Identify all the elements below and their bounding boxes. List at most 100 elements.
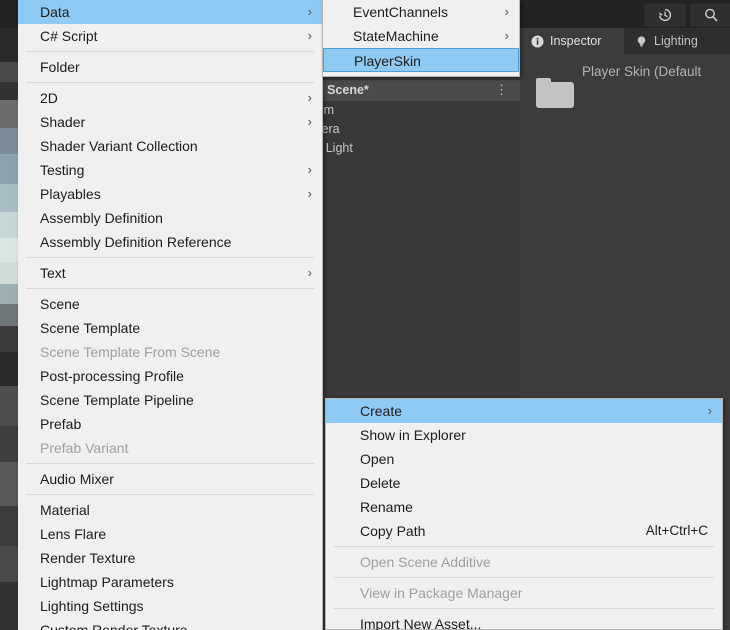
menu-item-label: Audio Mixer [40,471,114,487]
menu-item-label: Assembly Definition Reference [40,234,232,250]
menu-item-scene[interactable]: Scene [18,292,322,316]
menu-item-render-texture[interactable]: Render Texture [18,546,322,570]
menu-item-label: View in Package Manager [360,585,523,601]
menu-item-playables[interactable]: Playables › [18,182,322,206]
menu-item-copy-path[interactable]: Copy Path Alt+Ctrl+C [326,519,722,543]
scene-sliver-band [0,100,18,128]
chevron-right-icon: › [307,114,312,129]
menu-item-label: Prefab [40,416,82,432]
inspector-tabbar: Inspector Lighting [520,28,730,54]
menu-item-label: Import New Asset... [360,616,482,630]
chevron-right-icon: › [504,4,509,19]
search-icon[interactable] [690,3,730,27]
menu-item-assembly-definition-reference[interactable]: Assembly Definition Reference [18,230,322,254]
tab-label: Lighting [654,34,698,48]
menu-item-shortcut: Alt+Ctrl+C [645,523,708,538]
scene-sliver-band [0,304,18,326]
info-icon [531,35,544,48]
create-assets-menu[interactable]: Data › C# Script › Folder 2D › Shader › Shader Va… [18,0,323,630]
menu-item-label: Folder [40,59,80,75]
menu-item-rename[interactable]: Rename [326,495,722,519]
menu-item-statemachine[interactable]: StateMachine › [323,24,519,48]
menu-item-text[interactable]: Text › [18,261,322,285]
menu-separator [26,288,314,289]
scene-sliver-band [0,62,18,82]
scene-sliver-band [0,284,18,304]
menu-item-label: C# Script [40,28,98,44]
menu-item-show-in-explorer[interactable]: Show in Explorer [326,423,722,447]
menu-item-scene-template-pipeline[interactable]: Scene Template Pipeline [18,388,322,412]
menu-item-label: Scene Template [40,320,141,336]
scene-view-sliver [0,0,18,630]
scene-sliver-band [0,128,18,154]
tab-inspector[interactable]: Inspector [520,28,624,54]
menu-item-label: Render Texture [40,550,136,566]
scene-sliver-band [0,352,18,386]
data-submenu[interactable]: EventChannels › StateMachine › PlayerSkin [322,0,520,77]
menu-item-delete[interactable]: Delete [326,471,722,495]
menu-item-c-script[interactable]: C# Script › [18,24,322,48]
unity-editor-window: ngeSkin Scene* ⋮ entSystemain Camerarect… [0,0,730,630]
history-icon[interactable] [644,3,686,27]
menu-item-label: Delete [360,475,401,491]
folder-icon [536,78,574,108]
inspector-asset-title: Player Skin (Default [582,64,702,79]
menu-item-label: Post-processing Profile [40,368,184,384]
scene-sliver-band [0,426,18,462]
menu-item-material[interactable]: Material [18,498,322,522]
menu-item-label: Scene [40,296,80,312]
menu-item-label: Data [40,4,70,20]
scene-sliver-band [0,184,18,212]
chevron-right-icon: › [307,162,312,177]
bulb-icon [635,35,648,48]
scene-sliver-band [0,462,18,506]
chevron-right-icon: › [504,28,509,43]
menu-item-folder[interactable]: Folder [18,55,322,79]
menu-item-playerskin[interactable]: PlayerSkin [323,48,519,72]
menu-item-post-processing-profile[interactable]: Post-processing Profile [18,364,322,388]
chevron-right-icon: › [707,403,712,418]
chevron-right-icon: › [307,4,312,19]
menu-separator [334,546,714,547]
hierarchy-kebab-icon[interactable]: ⋮ [495,83,508,97]
menu-item-create[interactable]: Create › [326,399,722,423]
menu-item-shader-variant-collection[interactable]: Shader Variant Collection [18,134,322,158]
tab-lighting[interactable]: Lighting [624,28,730,54]
scene-sliver-band [0,238,18,262]
menu-item-label: Lightmap Parameters [40,574,174,590]
chevron-right-icon: › [307,28,312,43]
menu-item-shader[interactable]: Shader › [18,110,322,134]
scene-sliver-band [0,212,18,238]
menu-item-lens-flare[interactable]: Lens Flare [18,522,322,546]
menu-separator [26,494,314,495]
menu-item-testing[interactable]: Testing › [18,158,322,182]
menu-item-lighting-settings[interactable]: Lighting Settings [18,594,322,618]
menu-item-prefab[interactable]: Prefab [18,412,322,436]
menu-item-label: Show in Explorer [360,427,466,443]
chevron-right-icon: › [307,186,312,201]
menu-item-eventchannels[interactable]: EventChannels › [323,0,519,24]
menu-item-label: Material [40,502,90,518]
scene-sliver-band [0,326,18,352]
menu-item-label: Open [360,451,395,467]
project-context-menu[interactable]: Create › Show in Explorer Open Delete Rename C… [325,398,723,630]
history-icon-glyph [659,8,672,22]
menu-item-assembly-definition[interactable]: Assembly Definition [18,206,322,230]
menu-item-custom-render-texture[interactable]: Custom Render Texture [18,618,322,630]
menu-item-label: EventChannels [353,4,448,20]
menu-item-import-new-asset[interactable]: Import New Asset... [326,612,722,630]
menu-item-lightmap-parameters[interactable]: Lightmap Parameters [18,570,322,594]
scene-sliver-band [0,386,18,426]
menu-item-label: Lighting Settings [40,598,144,614]
menu-item-2d[interactable]: 2D › [18,86,322,110]
menu-item-prefab-variant: Prefab Variant [18,436,322,460]
menu-item-label: Playables [40,186,101,202]
menu-item-audio-mixer[interactable]: Audio Mixer [18,467,322,491]
menu-item-open[interactable]: Open [326,447,722,471]
menu-item-label: Testing [40,162,85,178]
scene-sliver-band [0,546,18,582]
menu-item-data[interactable]: Data › [18,0,322,24]
menu-item-label: Open Scene Additive [360,554,491,570]
menu-item-scene-template[interactable]: Scene Template [18,316,322,340]
search-icon-glyph [705,8,718,22]
